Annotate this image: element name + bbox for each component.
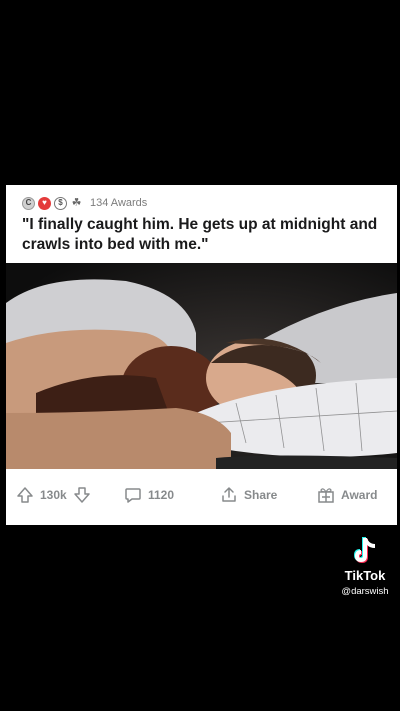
share-button[interactable]: Share	[220, 486, 277, 504]
tiktok-brand: TikTok	[344, 568, 386, 583]
comments-button[interactable]: 1120	[124, 486, 174, 504]
share-label: Share	[244, 488, 278, 502]
upvote-count: 130k	[40, 488, 67, 502]
upvote-icon[interactable]	[16, 486, 34, 504]
comment-count: 1120	[148, 488, 175, 502]
awards-row[interactable]: C ♥ $ ☘ 134 Awards	[22, 195, 147, 211]
share-icon	[220, 486, 238, 504]
award-label: Award	[341, 488, 378, 502]
tiktok-logo-icon	[352, 536, 378, 566]
awards-count: 134 Awards	[90, 197, 148, 209]
comment-icon	[124, 486, 142, 504]
post-image[interactable]	[6, 263, 397, 469]
tiktok-username: @darswish	[341, 586, 389, 597]
gold-award-icon: ☘	[70, 196, 83, 210]
vote-group: 130k	[16, 486, 91, 504]
dollar-award-icon: $	[54, 196, 67, 210]
post-actions: 130k 1120 Share Award	[6, 481, 397, 509]
post-title[interactable]: "I finally caught him. He gets up at mid…	[22, 215, 387, 255]
post-card: C ♥ $ ☘ 134 Awards "I finally caught him…	[6, 185, 397, 525]
downvote-icon[interactable]	[73, 486, 91, 504]
wholesome-award-icon: ♥	[38, 196, 51, 210]
gift-icon	[317, 486, 335, 504]
silver-award-icon: C	[22, 196, 35, 210]
tiktok-watermark: TikTok @darswish	[330, 536, 400, 597]
award-button[interactable]: Award	[317, 486, 377, 504]
